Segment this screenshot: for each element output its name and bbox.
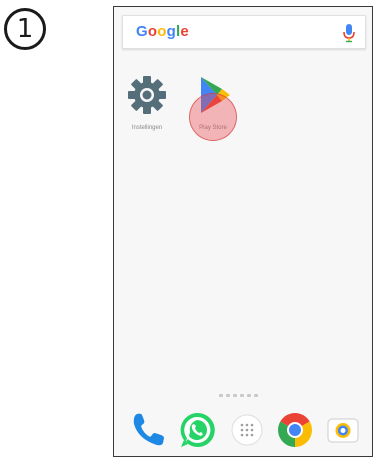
page-dot [254, 394, 258, 397]
phone-icon[interactable] [130, 411, 168, 449]
google-logo-letter: o [157, 23, 167, 40]
google-logo: Google [136, 23, 189, 40]
page-dot [219, 394, 223, 397]
app-dock [114, 407, 372, 455]
step-number: 1 [16, 14, 34, 44]
page-dot [226, 394, 230, 397]
microphone-icon[interactable] [342, 23, 356, 43]
google-logo-letter: e [180, 23, 189, 40]
chrome-icon[interactable] [276, 411, 314, 449]
google-logo-letter: g [166, 23, 176, 40]
page-dot [240, 394, 244, 397]
settings-app[interactable]: Instellingen [117, 73, 177, 131]
app-drawer-icon[interactable] [228, 411, 266, 449]
page-dot [233, 394, 237, 397]
settings-app-label: Instellingen [131, 125, 163, 131]
camera-icon[interactable] [324, 411, 362, 449]
home-page-indicator [219, 394, 258, 397]
step-number-badge: 1 [4, 8, 46, 50]
phone-screen: Google Instellingen Play Store [113, 6, 373, 457]
google-search-bar[interactable]: Google [122, 15, 366, 49]
google-logo-letter: G [136, 23, 148, 40]
google-logo-letter: o [147, 23, 158, 40]
tap-indicator [189, 93, 237, 141]
page-dot [247, 394, 251, 397]
whatsapp-icon[interactable] [178, 411, 216, 449]
settings-gear-icon [128, 76, 166, 114]
